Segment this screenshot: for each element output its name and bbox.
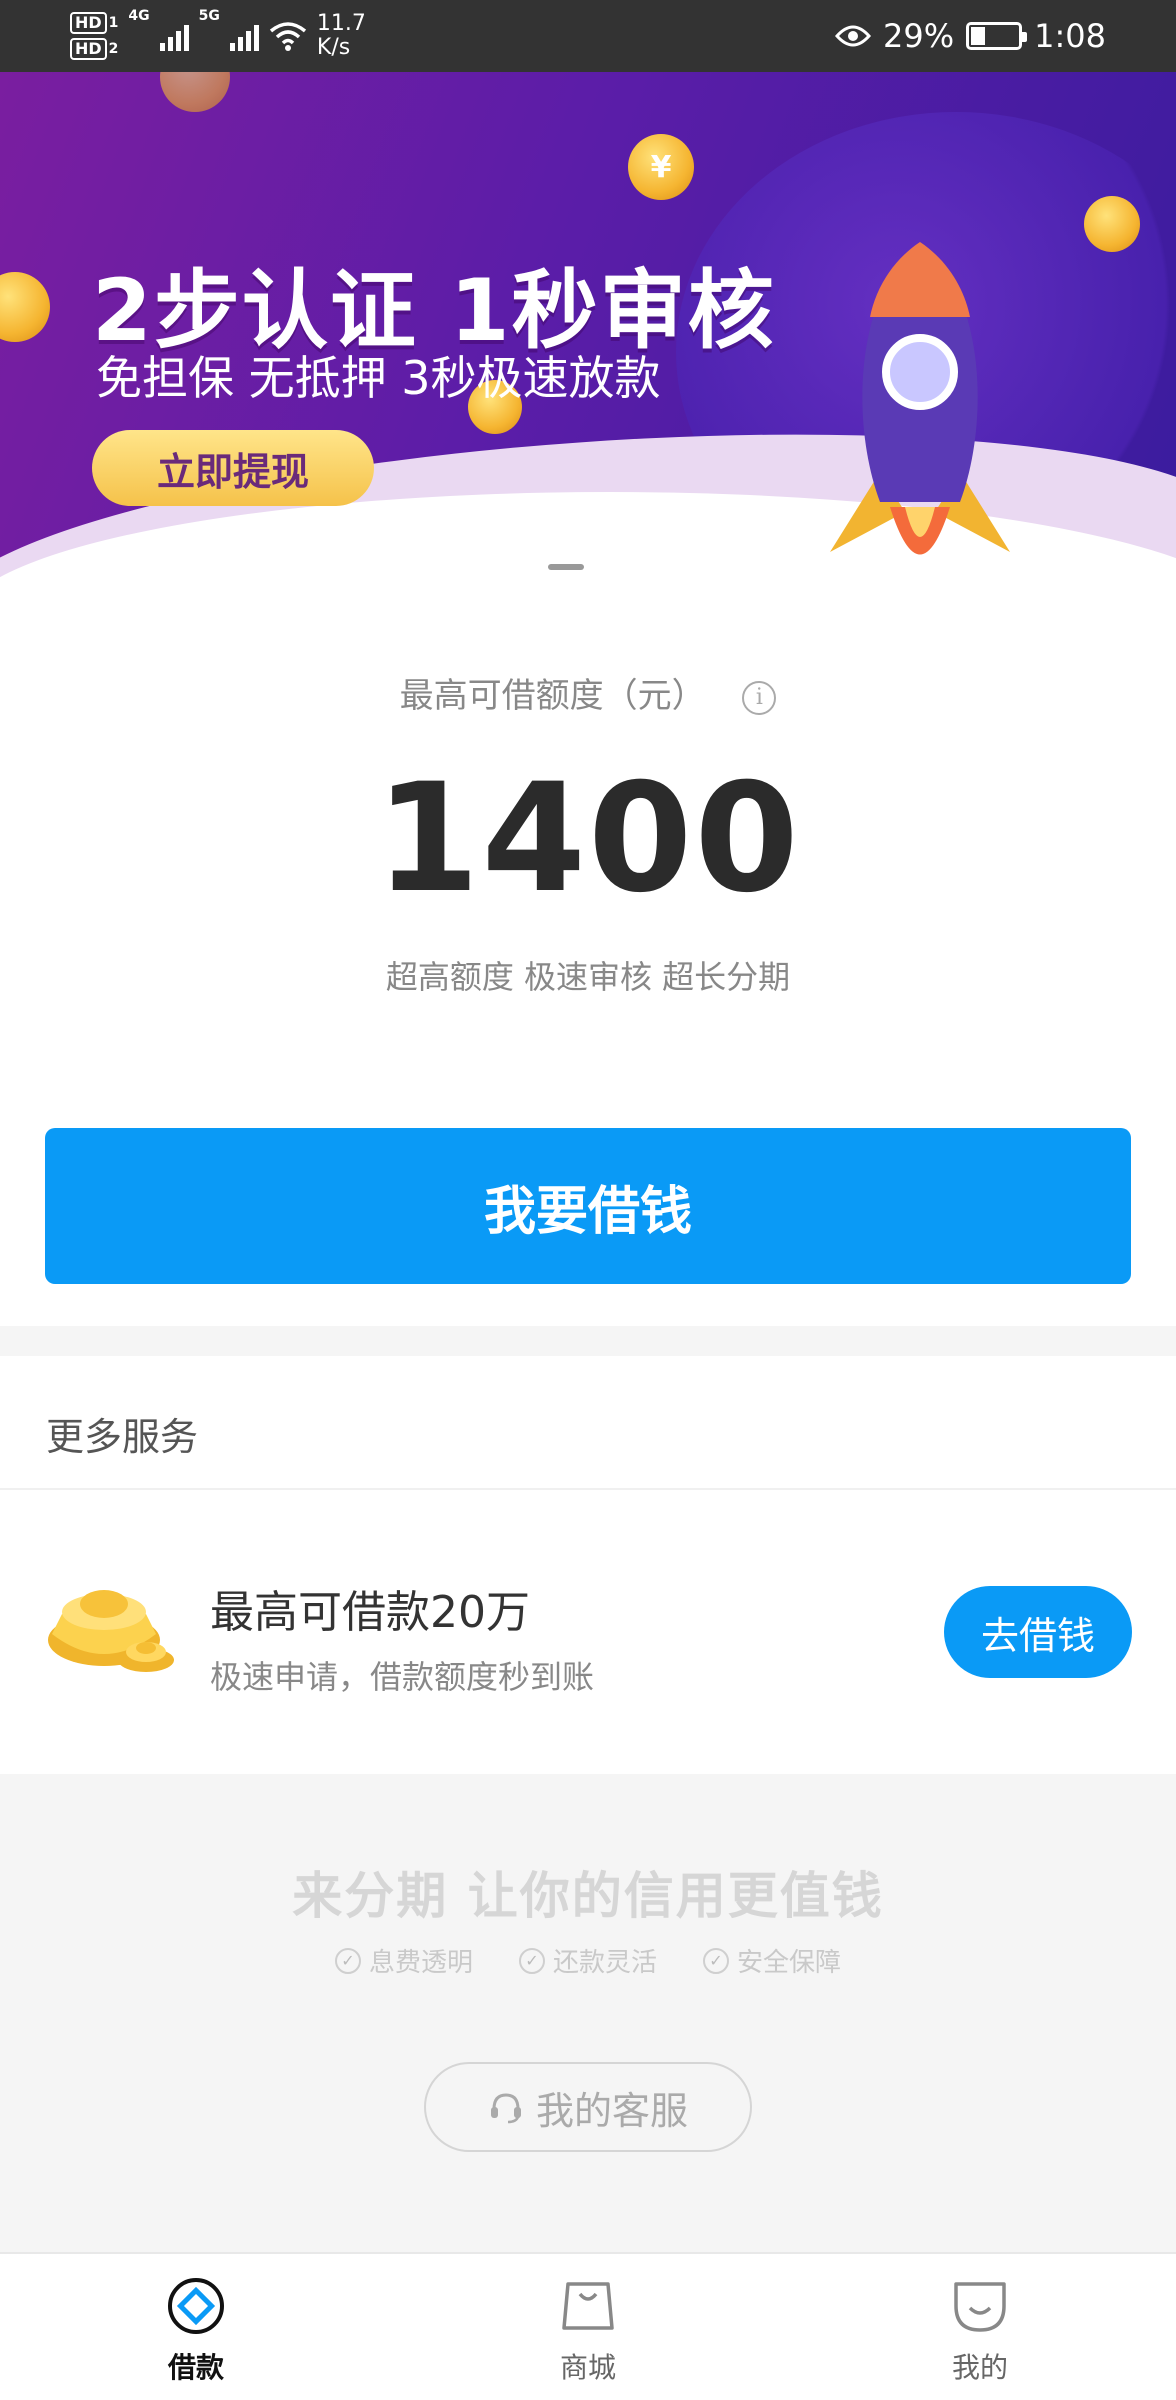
quota-card: 最高可借额度（元） i 1400 超高额度 极速审核 超长分期 我要借钱: [0, 582, 1176, 1326]
coin-icon: [1084, 196, 1140, 252]
more-services-section: 更多服务 最高可借款20万 极速申请，借款额度秒到账 去借钱: [0, 1356, 1176, 1774]
carousel-dot: [592, 564, 628, 570]
feature-label: 安全保障: [737, 1948, 842, 1978]
hd-2: HD 2: [70, 38, 118, 60]
tab-label: 我的: [951, 2351, 1008, 2384]
signal-2-icon: [229, 21, 259, 51]
tab-loan[interactable]: 借款: [0, 2254, 392, 2400]
sim2-number: 2: [108, 41, 119, 57]
carousel-indicator: [548, 564, 628, 570]
shop-icon: [562, 2282, 614, 2330]
coin-icon: [160, 72, 230, 112]
hd-indicators: HD 1 HD 2: [70, 12, 118, 60]
speed-value: 11.7: [316, 11, 366, 36]
tab-shop[interactable]: 商城: [392, 2254, 784, 2400]
divider: [0, 1488, 1176, 1490]
check-circle-icon: ✓: [518, 1947, 545, 1974]
feature-item: ✓ 安全保障: [703, 1942, 841, 1979]
sim1-number: 1: [108, 15, 119, 31]
network-type-1: 4G: [128, 8, 150, 24]
check-circle-icon: ✓: [334, 1947, 361, 1974]
status-bar: HD 1 HD 2 4G 5G 11.7 K/s 29% 1:08: [0, 0, 1176, 72]
quota-amount: 1400: [375, 752, 801, 926]
loan-icon: [168, 2278, 224, 2334]
promo-title: 来分期 让你的信用更值钱: [292, 1867, 884, 1925]
battery-icon: [966, 22, 1028, 50]
clock: 1:08: [1034, 17, 1106, 55]
borrow-button[interactable]: 我要借钱: [45, 1128, 1131, 1284]
quota-slogan: 超高额度 极速审核 超长分期: [385, 958, 791, 996]
app-page: HD 1 HD 2 4G 5G 11.7 K/s 29% 1:08 ¥ 2步认证…: [0, 0, 1176, 2400]
signal-1-icon: [159, 21, 189, 51]
rocket-icon: [830, 242, 1010, 555]
coin-icon: [0, 272, 50, 342]
battery-percent: 29%: [883, 17, 955, 55]
customer-service-label: 我的客服: [535, 2090, 688, 2133]
hd-badge: HD: [70, 38, 107, 60]
status-left: HD 1 HD 2 4G 5G 11.7 K/s: [70, 8, 366, 64]
quota-label: 最高可借额度（元）: [399, 676, 706, 716]
feature-label: 息费透明: [368, 1948, 473, 1978]
service-title: 最高可借款20万: [210, 1587, 530, 1638]
info-icon[interactable]: i: [742, 680, 777, 715]
coin-icon: ¥: [628, 134, 694, 200]
feature-label: 还款灵活: [552, 1948, 657, 1978]
hd-badge: HD: [70, 12, 107, 34]
banner-subtitle: 免担保 无抵押 3秒极速放款: [96, 351, 661, 405]
feature-item: ✓ 还款灵活: [518, 1942, 657, 1979]
hd-1: HD 1: [70, 12, 118, 34]
wifi-icon: [269, 22, 307, 51]
withdraw-now-button[interactable]: 立即提现: [92, 430, 374, 506]
bottom-tab-bar: 借款 商城 我的: [0, 2252, 1176, 2400]
tab-label: 借款: [167, 2351, 224, 2384]
tab-label: 商城: [559, 2351, 616, 2384]
profile-icon: [954, 2282, 1006, 2332]
eye-icon: [835, 25, 872, 47]
promo-banner[interactable]: ¥ 2步认证 1秒审核 免担保 无抵押 3秒极速放款 立即提现: [0, 72, 1176, 582]
network-speed: 11.7 K/s: [317, 12, 366, 60]
carousel-dot-active: [548, 564, 584, 570]
status-right: 29% 1:08: [835, 0, 1106, 72]
go-borrow-button[interactable]: 去借钱: [944, 1586, 1132, 1678]
feature-list: ✓ 息费透明 ✓ 还款灵活 ✓ 安全保障: [0, 1942, 1176, 1979]
check-circle-icon: ✓: [703, 1947, 729, 1974]
tab-profile[interactable]: 我的: [784, 2254, 1176, 2400]
speed-unit: K/s: [316, 35, 351, 60]
feature-item: ✓ 息费透明: [334, 1942, 473, 1979]
customer-service-button[interactable]: 我的客服: [424, 2062, 752, 2152]
network-type-2: 5G: [198, 8, 220, 24]
service-subtitle: 极速申请，借款额度秒到账: [210, 1658, 595, 1696]
section-title: 更多服务: [46, 1415, 199, 1459]
gold-ingot-icon: [48, 1590, 174, 1672]
quota-label-row: 最高可借额度（元） i: [0, 668, 1176, 717]
headset-icon: [490, 2093, 521, 2124]
